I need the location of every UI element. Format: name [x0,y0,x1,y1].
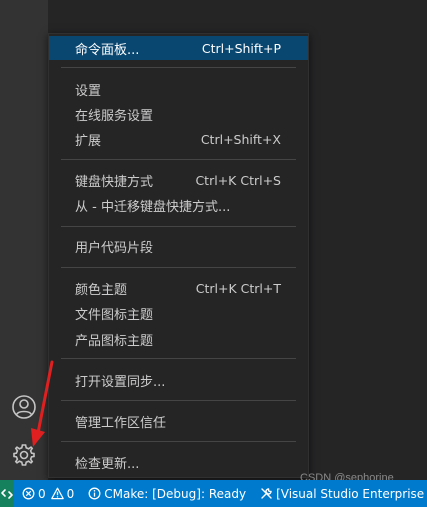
menu-item-user-snippets[interactable]: 用户代码片段 [49,234,308,258]
menu-item-extensions[interactable]: 扩展 Ctrl+Shift+X [49,127,308,151]
problems-indicator[interactable]: 0 0 [22,487,74,501]
warning-count: 0 [66,486,75,501]
menu-item-label: 颜色主题 [75,282,128,298]
menu-item-label: 打开设置同步... [75,374,166,390]
menu-item-label: 文件图标主题 [75,307,154,323]
menu-separator [61,159,296,160]
menu-item-label: 检查更新... [75,456,140,472]
menu-item-label: 设置 [75,83,102,99]
cmake-status-label: CMake: [Debug]: Ready [104,486,247,501]
info-icon [88,487,101,500]
menu-item-label: 命令面板... [75,42,140,58]
menu-item-settings[interactable]: 设置 [49,77,308,101]
menu-separator [61,358,296,359]
menu-item-settings-sync[interactable]: 打开设置同步... [49,368,308,392]
menu-item-label: 扩展 [75,133,102,149]
error-count: 0 [38,486,46,501]
menu-item-migrate-keyboard-shortcuts[interactable]: 从 - 中迁移键盘快捷方式... [49,193,308,217]
remote-icon[interactable] [0,480,14,507]
menu-item-keyboard-shortcuts[interactable]: 键盘快捷方式 Ctrl+K Ctrl+S [49,168,308,192]
menu-item-command-palette[interactable]: 命令面板... Ctrl+Shift+P [49,36,308,60]
activity-bar [0,0,48,480]
menu-item-label: 在线服务设置 [75,108,154,124]
menu-separator [61,441,296,442]
menu-item-label: 键盘快捷方式 [75,174,154,190]
menu-item-shortcut: Ctrl+Shift+P [201,40,281,56]
menu-item-product-icon-theme[interactable]: 产品图标主题 [49,327,308,351]
manage-context-menu: 命令面板... Ctrl+Shift+P 设置 在线服务设置 扩展 Ctrl+S… [48,33,309,478]
error-icon [22,487,35,500]
status-bar: 0 0 CMake: [Debug]: Ready [Visual Studio… [0,480,427,507]
menu-item-check-for-updates[interactable]: 检查更新... [49,450,308,474]
menu-item-label: 产品图标主题 [75,333,154,349]
menu-item-manage-workspace-trust[interactable]: 管理工作区信任 [49,409,308,433]
menu-item-shortcut: Ctrl+K Ctrl+S [195,172,281,188]
account-icon[interactable] [10,393,38,421]
menu-item-online-services-settings[interactable]: 在线服务设置 [49,102,308,126]
menu-item-file-icon-theme[interactable]: 文件图标主题 [49,301,308,325]
gear-icon[interactable] [10,441,38,469]
menu-separator [61,67,296,68]
tools-icon [261,488,272,499]
menu-item-label: 用户代码片段 [75,240,154,256]
warning-icon [50,487,64,500]
menu-separator [61,400,296,401]
menu-item-shortcut: Ctrl+K Ctrl+T [195,280,281,296]
menu-item-label: 从 - 中迁移键盘快捷方式... [75,199,231,215]
menu-item-color-theme[interactable]: 颜色主题 Ctrl+K Ctrl+T [49,276,308,300]
cmake-status[interactable]: CMake: [Debug]: Ready [88,487,246,501]
menu-item-label: 管理工作区信任 [75,415,167,431]
menu-item-shortcut: Ctrl+Shift+X [200,131,281,147]
menu-separator [61,267,296,268]
menu-separator [61,226,296,227]
cmake-kit[interactable]: [Visual Studio Enterprise 20 [260,487,427,501]
cmake-kit-label: [Visual Studio Enterprise 20 [276,486,427,501]
